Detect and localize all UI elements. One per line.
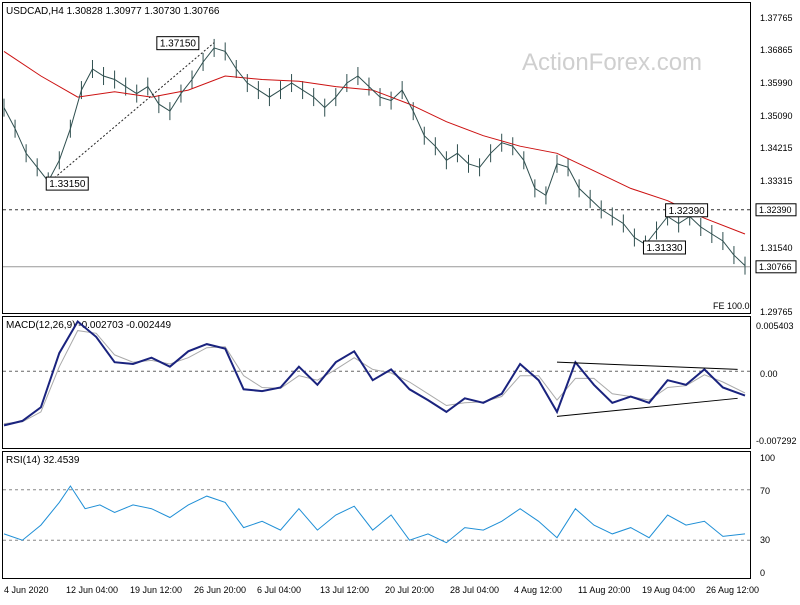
level-box-1: 1.32390	[755, 203, 797, 217]
current-price-label: 1.30766	[759, 262, 792, 272]
price-y-tick: 1.36865	[760, 45, 793, 55]
price-y-tick: 1.35990	[760, 78, 793, 88]
price-annotation: 1.33150	[45, 176, 89, 191]
annotation-label: 1.37150	[160, 39, 197, 50]
price-annotation: 1.32390	[665, 203, 709, 218]
x-tick: 12 Jun 04:00	[66, 585, 118, 595]
x-tick: 4 Jun 2020	[4, 585, 49, 595]
rsi-y-tick: 70	[760, 486, 770, 496]
watermark: ActionForex.com	[522, 49, 702, 76]
price-y-tick: 1.29765	[760, 307, 793, 317]
x-tick: 11 Aug 20:00	[578, 585, 630, 595]
chart-svg: ActionForex.com USDCAD,H4 1.30828 1.3097…	[2, 2, 797, 595]
price-title: USDCAD,H4 1.30828 1.30977 1.30730 1.3076…	[6, 6, 220, 17]
price-y-tick: 1.34215	[760, 143, 793, 153]
x-tick: 19 Jun 12:00	[130, 585, 182, 595]
price-y-tick: 1.37765	[760, 13, 793, 23]
level-box-2: 1.30766	[755, 260, 797, 274]
rsi-y-tick: 0	[760, 568, 765, 578]
rsi-y-axis: 100 70 30 0	[760, 453, 775, 578]
macd-y-tick: -0.007292	[756, 436, 797, 446]
annotation-label: 1.33150	[49, 179, 86, 190]
macd-y-tick: 0.00	[760, 369, 778, 379]
x-tick: 6 Jul 04:00	[257, 585, 301, 595]
x-axis: 4 Jun 2020 12 Jun 04:00 19 Jun 12:00 26 …	[4, 585, 759, 595]
x-tick: 28 Jul 04:00	[450, 585, 499, 595]
price-y-tick: 1.33315	[760, 176, 793, 186]
level-label: 1.32390	[759, 205, 792, 215]
rsi-y-tick: 30	[760, 535, 770, 545]
x-tick: 20 Jul 20:00	[385, 585, 434, 595]
annotation-label: 1.31330	[646, 243, 683, 254]
annotation-label: 1.32390	[669, 206, 706, 217]
price-y-tick: 1.31540	[760, 243, 793, 253]
price-annotation: 1.31330	[642, 240, 686, 255]
price-y-tick: 1.35090	[760, 111, 793, 121]
x-tick: 4 Aug 12:00	[514, 585, 562, 595]
fe-footnote: FE 100.0	[713, 301, 750, 311]
x-tick: 13 Jul 12:00	[320, 585, 369, 595]
chart-stage: ActionForex.com USDCAD,H4 1.30828 1.3097…	[0, 0, 800, 600]
macd-title: MACD(12,26,9) -0.002703 -0.002449	[6, 320, 172, 331]
rsi-y-tick: 100	[760, 453, 775, 463]
x-tick: 26 Jun 20:00	[194, 585, 246, 595]
x-tick: 26 Aug 12:00	[706, 585, 759, 595]
x-tick: 19 Aug 04:00	[642, 585, 695, 595]
macd-y-axis: 0.005403 0.00 -0.007292	[756, 321, 797, 446]
rsi-pane-frame	[2, 451, 751, 579]
rsi-title: RSI(14) 32.4539	[6, 455, 80, 466]
macd-pane-frame	[2, 316, 751, 449]
price-annotation: 1.37150	[156, 36, 200, 51]
macd-y-tick: 0.005403	[756, 321, 794, 331]
